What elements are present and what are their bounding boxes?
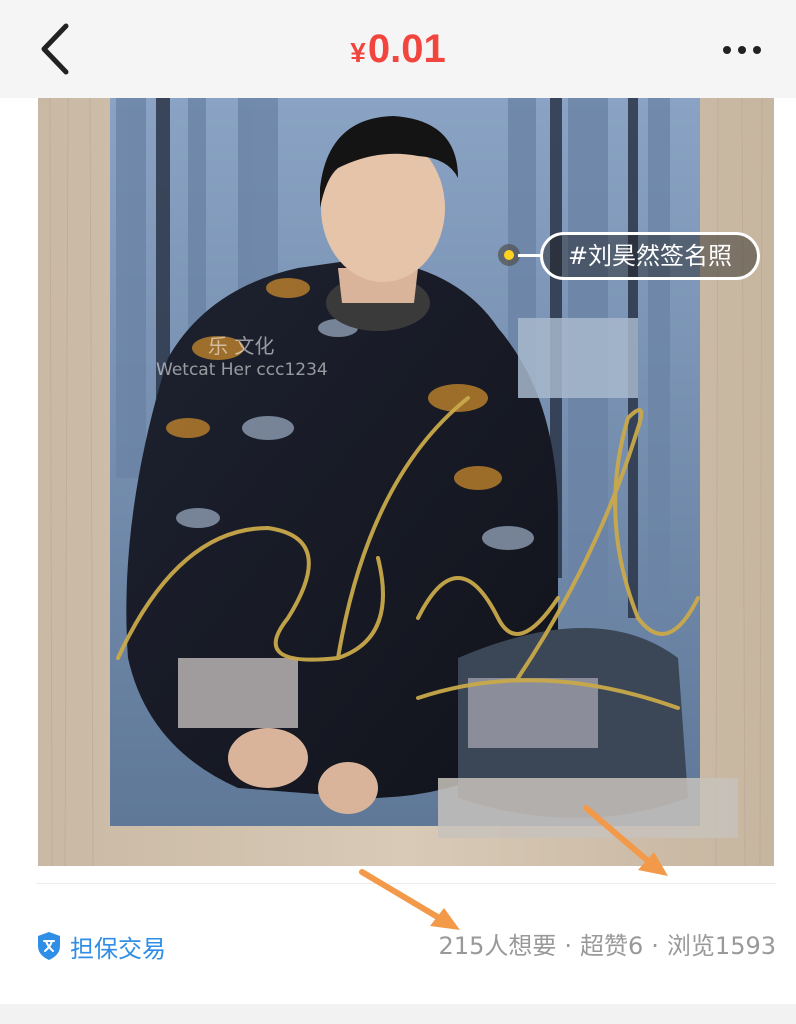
- photo-illustration: [38, 98, 774, 866]
- top-bar: ¥0.01: [0, 0, 796, 98]
- want-count: 215人想要: [438, 932, 557, 960]
- item-stats: 215人想要 · 超赞6 · 浏览1593: [439, 926, 776, 966]
- tag-connector: [518, 254, 540, 257]
- stats-separator: ·: [564, 932, 572, 960]
- more-options-button[interactable]: [712, 30, 772, 70]
- footer-strip: [0, 1004, 796, 1024]
- price-display: ¥0.01: [0, 22, 796, 80]
- tag-anchor-dot: [498, 244, 520, 266]
- like-count: 超赞6: [580, 932, 644, 960]
- shield-icon: [38, 932, 60, 960]
- currency-symbol: ¥: [350, 37, 366, 68]
- photo-tag-label[interactable]: #刘昊然签名照: [540, 232, 760, 280]
- guarantee-badge[interactable]: 担保交易: [36, 926, 166, 966]
- watermark-brand: 乐 文化: [208, 334, 275, 358]
- annotation-arrow: [583, 805, 668, 876]
- guarantee-label: 担保交易: [70, 934, 166, 963]
- watermark-id: Wetcat Her ccc1234: [156, 360, 328, 380]
- view-count: 浏览1593: [666, 932, 776, 960]
- stats-separator: ·: [651, 932, 659, 960]
- price-value: 0.01: [367, 27, 446, 71]
- annotation-arrow: [359, 869, 460, 930]
- product-photo[interactable]: 乐 文化 Wetcat Her ccc1234: [38, 98, 774, 866]
- more-dots-icon: [723, 46, 731, 54]
